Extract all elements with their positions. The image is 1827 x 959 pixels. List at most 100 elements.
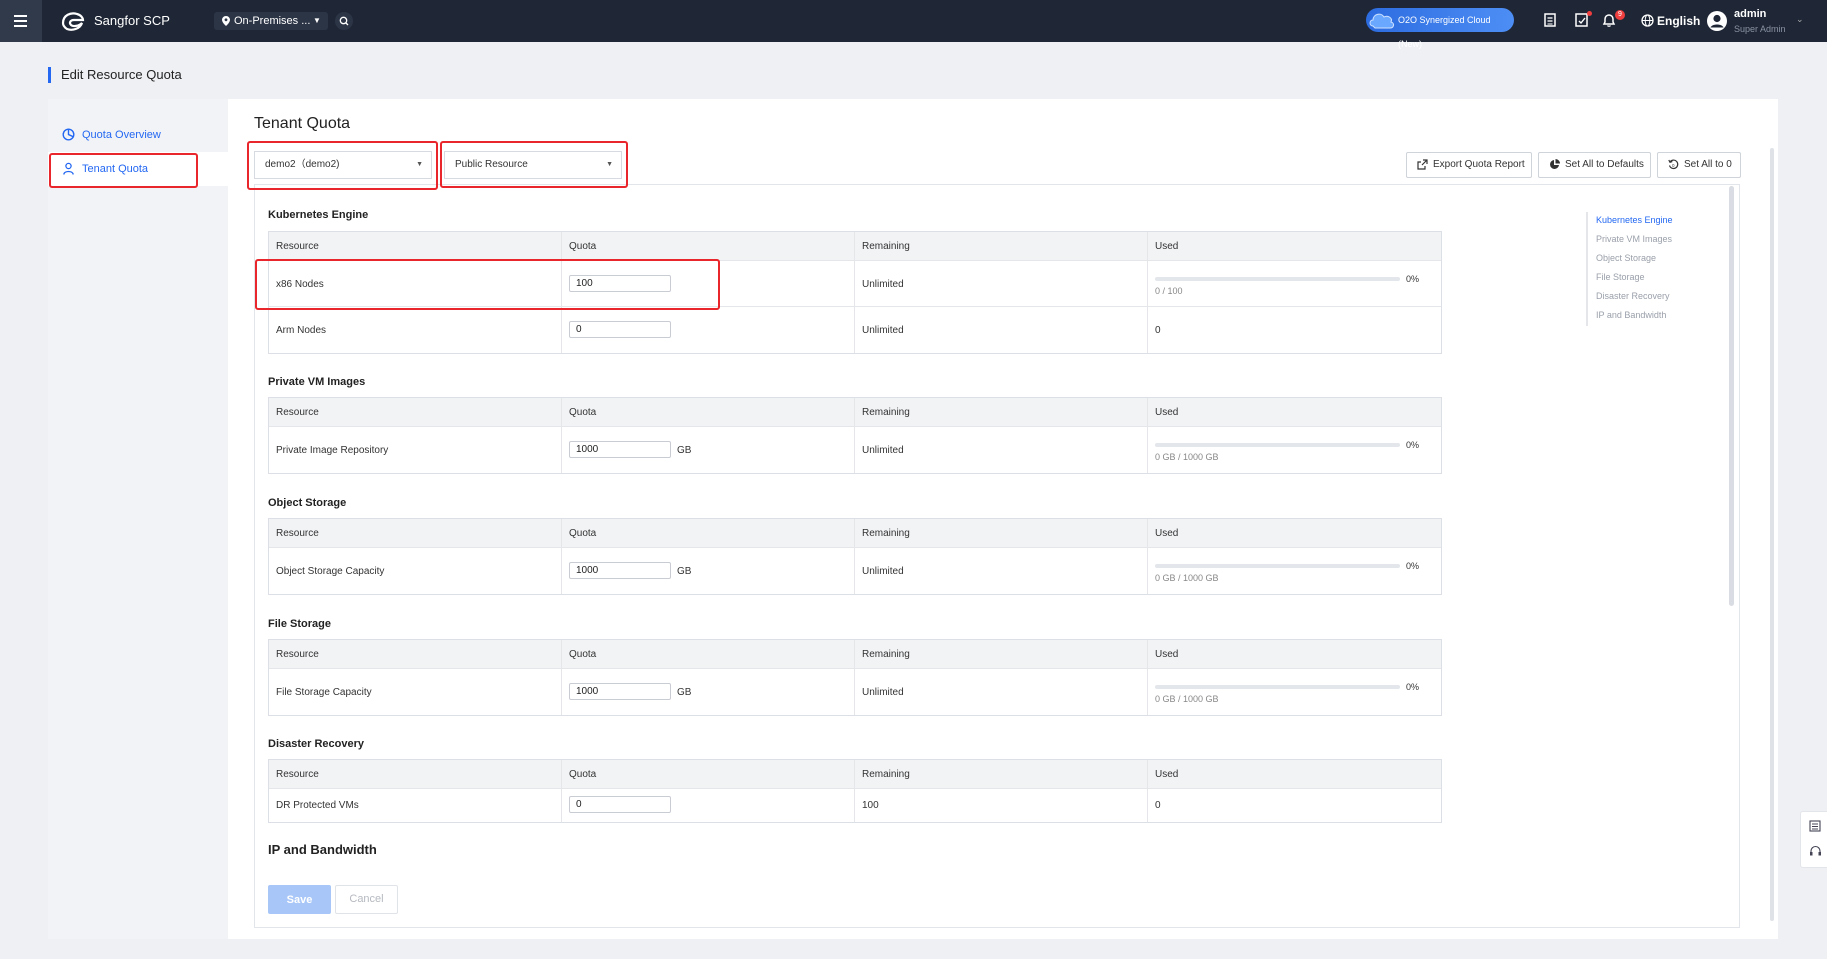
usage-percent: 0%: [1406, 274, 1420, 284]
remaining-value: Unlimited: [862, 566, 904, 577]
quota-input-object-storage-capacity[interactable]: [569, 562, 671, 579]
location-pin-icon: [222, 16, 230, 26]
quota-input-x86-nodes[interactable]: [569, 275, 671, 292]
export-icon: [1417, 159, 1428, 170]
tenant-select[interactable]: demo2（demo2) ▼: [254, 151, 432, 179]
panel-scrollbar[interactable]: [1729, 186, 1734, 606]
set-all-to-zero-button[interactable]: 0 Set All to 0: [1657, 152, 1741, 178]
headset-icon[interactable]: [1809, 845, 1822, 858]
usage-text: 0 GB / 1000 GB: [1155, 573, 1219, 583]
table-row: Private Image Repository GB Unlimited 0%…: [269, 426, 1441, 473]
column-header-quota: Quota: [569, 241, 597, 252]
column-header-used: Used: [1155, 528, 1179, 539]
private-vm-images-table: Resource Quota Remaining Used Private Im…: [268, 397, 1442, 474]
usage-text: 0 GB / 1000 GB: [1155, 694, 1219, 704]
unit-label: GB: [677, 445, 692, 456]
resource-name: File Storage Capacity: [276, 687, 372, 698]
notification-badge: 9: [1615, 10, 1625, 20]
save-button[interactable]: Save: [268, 885, 331, 914]
group-title-disaster-recovery: Disaster Recovery: [268, 738, 365, 750]
usage-text: 0 / 100: [1155, 286, 1183, 296]
remaining-value: Unlimited: [862, 687, 904, 698]
hamburger-icon: [14, 15, 27, 17]
column-header-remaining: Remaining: [862, 241, 910, 252]
column-header-remaining: Remaining: [862, 528, 910, 539]
pie-chart-icon: [1550, 159, 1560, 169]
table-row: File Storage Capacity GB Unlimited 0% 0 …: [269, 668, 1441, 715]
remaining-value: 100: [862, 800, 879, 811]
usage-percent: 0%: [1406, 561, 1420, 571]
column-header-quota: Quota: [569, 528, 597, 539]
top-bar: Sangfor SCP On-Premises ... ▼ O2O Synerg…: [0, 0, 1827, 49]
quota-input-file-storage-capacity[interactable]: [569, 683, 671, 700]
kubernetes-engine-table: Resource Quota Remaining Used x86 Nodes …: [268, 231, 1442, 354]
resource-name: Arm Nodes: [276, 325, 327, 336]
menu-button[interactable]: [0, 0, 42, 42]
region-selector[interactable]: On-Premises ... ▼: [214, 12, 328, 30]
user-icon: [63, 162, 74, 175]
language-selector[interactable]: English: [1657, 14, 1700, 28]
column-header-resource: Resource: [276, 649, 319, 660]
quota-input-dr-protected-vms[interactable]: [569, 796, 671, 813]
document-list-icon[interactable]: [1543, 12, 1557, 28]
resource-name: Object Storage Capacity: [276, 566, 385, 577]
unit-label: GB: [677, 566, 692, 577]
usage-percent: 0%: [1406, 440, 1420, 450]
floating-toolbar: [1800, 811, 1827, 868]
group-title-object-storage: Object Storage: [268, 497, 347, 509]
table-header: Resource Quota Remaining Used: [269, 760, 1441, 788]
tenant-select-value: demo2（demo2): [265, 159, 340, 170]
column-header-remaining: Remaining: [862, 769, 910, 780]
file-storage-table: Resource Quota Remaining Used File Stora…: [268, 639, 1442, 716]
quota-input-private-image-repository[interactable]: [569, 441, 671, 458]
search-button[interactable]: [335, 12, 353, 30]
page-scrollbar[interactable]: [1770, 148, 1774, 921]
column-header-remaining: Remaining: [862, 407, 910, 418]
export-button-label: Export Quota Report: [1433, 159, 1525, 170]
caret-down-icon: ▼: [313, 16, 321, 25]
caret-down-icon: ▼: [606, 161, 613, 168]
cancel-button[interactable]: Cancel: [335, 885, 398, 914]
anchor-ip-and-bandwidth[interactable]: IP and Bandwidth: [1596, 310, 1666, 320]
sidebar-item-tenant-quota[interactable]: Tenant Quota: [48, 152, 228, 186]
app-title[interactable]: Sangfor SCP: [94, 13, 170, 28]
table-row: Object Storage Capacity GB Unlimited 0% …: [269, 547, 1441, 594]
group-title-ip-and-bandwidth: IP and Bandwidth: [268, 842, 377, 857]
sidebar-item-quota-overview[interactable]: Quota Overview: [48, 118, 228, 152]
column-header-resource: Resource: [276, 769, 319, 780]
anchor-object-storage[interactable]: Object Storage: [1596, 253, 1656, 263]
column-header-used: Used: [1155, 241, 1179, 252]
table-header: Resource Quota Remaining Used: [269, 519, 1441, 547]
sangfor-logo-icon: [61, 12, 85, 31]
o2o-cloud-button[interactable]: O2O Synergized Cloud (New): [1366, 8, 1514, 49]
set-all-to-defaults-button[interactable]: Set All to Defaults: [1538, 152, 1651, 178]
remaining-value: Unlimited: [862, 325, 904, 336]
anchor-kubernetes-engine[interactable]: Kubernetes Engine: [1596, 215, 1673, 225]
usage-bar: [1155, 564, 1400, 568]
task-indicator-dot: [1587, 11, 1592, 16]
reset-icon: 0: [1668, 159, 1679, 170]
o2o-label: O2O Synergized Cloud (New): [1398, 15, 1491, 49]
anchor-private-vm-images[interactable]: Private VM Images: [1596, 234, 1672, 244]
quota-input-arm-nodes[interactable]: [569, 321, 671, 338]
resource-type-select[interactable]: Public Resource ▼: [444, 151, 622, 179]
anchor-file-storage[interactable]: File Storage: [1596, 272, 1645, 282]
export-quota-report-button[interactable]: Export Quota Report: [1406, 152, 1532, 178]
region-label: On-Premises ...: [234, 15, 311, 27]
page-title: Edit Resource Quota: [48, 67, 182, 83]
avatar[interactable]: [1706, 10, 1728, 32]
list-icon[interactable]: [1809, 820, 1821, 832]
table-header: Resource Quota Remaining Used: [269, 232, 1441, 260]
user-name[interactable]: admin: [1734, 8, 1766, 20]
cloud-icon: [1369, 13, 1394, 29]
table-header: Resource Quota Remaining Used: [269, 640, 1441, 668]
anchor-disaster-recovery[interactable]: Disaster Recovery: [1596, 291, 1670, 301]
column-header-used: Used: [1155, 407, 1179, 418]
sidebar: Quota Overview Tenant Quota: [48, 99, 228, 939]
usage-bar: [1155, 685, 1400, 689]
chevron-down-icon[interactable]: ⌄: [1796, 14, 1804, 25]
caret-down-icon: ▼: [416, 161, 423, 168]
user-role: Super Admin: [1734, 24, 1786, 34]
resource-name: Private Image Repository: [276, 445, 389, 456]
zero-button-label: Set All to 0: [1684, 159, 1732, 170]
